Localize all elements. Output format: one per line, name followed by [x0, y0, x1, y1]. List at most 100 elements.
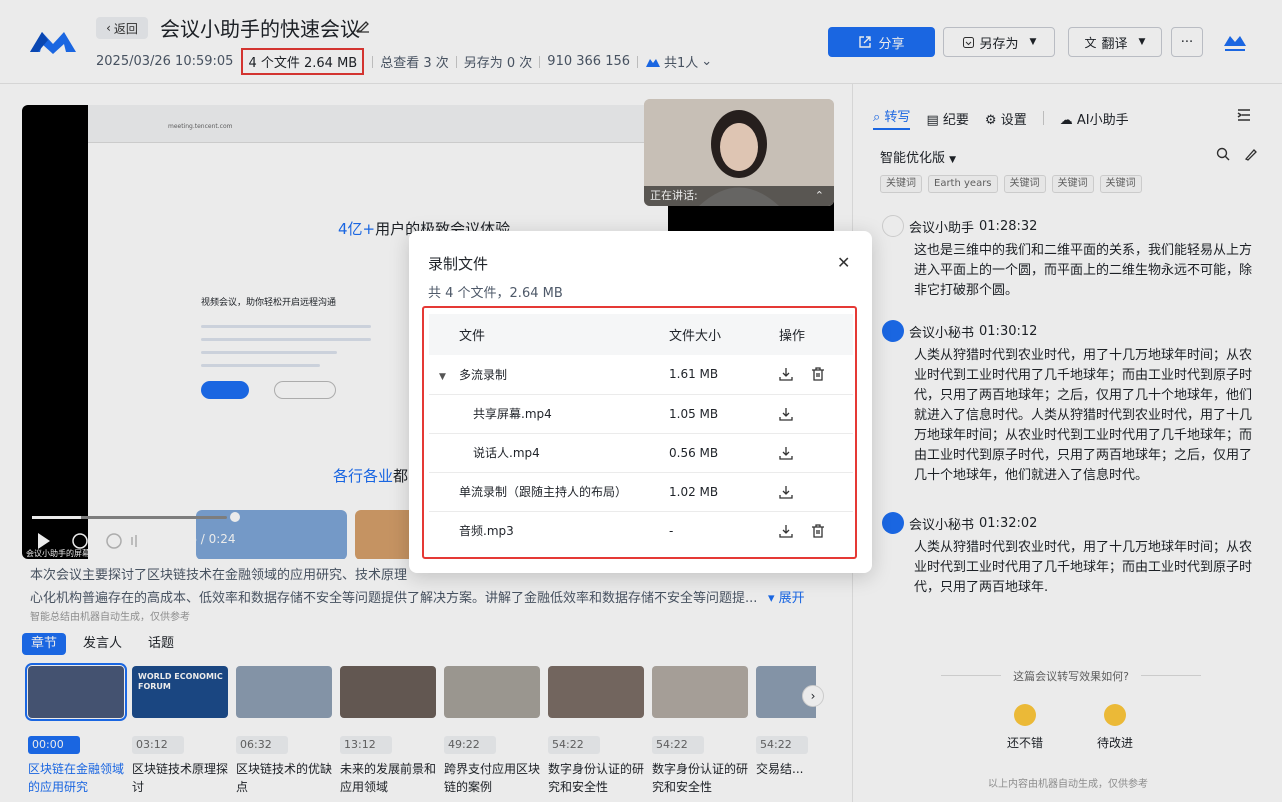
chapter-thumbnail [236, 666, 332, 718]
feedback-question: 这篇会议转写效果如何? [941, 668, 1201, 684]
screen-button [201, 381, 249, 399]
expand-caret-icon[interactable]: ▼ [439, 372, 459, 382]
collapse-panel-icon[interactable] [1236, 107, 1252, 123]
caret-down-icon: ▼ [949, 155, 957, 165]
tab-transcript[interactable]: ⌕ 转写 [873, 106, 911, 130]
progress-knob[interactable] [230, 512, 240, 522]
transcript-icon: ⌕ [873, 110, 881, 125]
transcript-tools [1216, 147, 1258, 161]
table-row: 共享屏幕.mp4 1.05 MB [429, 394, 853, 434]
laugh-face-icon [1014, 704, 1036, 726]
chapter-item[interactable]: 13:12 未来的发展前景和应用领域 [340, 666, 436, 796]
progress-bar[interactable] [32, 512, 240, 522]
chapter-item[interactable]: WORLD ECONOMIC FORUM 03:12 区块链技术原理探讨 [132, 666, 228, 796]
tab-speakers[interactable]: 发言人 [74, 633, 131, 655]
header: ‹ 返回 会议小助手的快速会议 2025/03/26 10:59:05 4 个文件… [0, 0, 1282, 84]
share-icon [859, 36, 872, 48]
playback-time: 0:06 / 0:24 [170, 532, 236, 546]
share-button[interactable]: 分享 [828, 27, 935, 57]
progress-fill [32, 516, 81, 519]
speaker-video[interactable]: 正在讲话: ⌃ [644, 99, 834, 206]
chevron-left-icon: ‹ [106, 21, 111, 35]
divider [637, 55, 639, 68]
table-row: ▼ 多流录制 1.61 MB [429, 355, 853, 395]
translate-button[interactable]: ⽂ 翻译 ▼ [1068, 27, 1162, 57]
keyword-chip[interactable]: 关键词 [1051, 175, 1094, 193]
chapter-item[interactable]: 54:22 数字身份认证的研究和安全性 [652, 666, 748, 796]
ai-icon: ☁ [1059, 112, 1073, 128]
brand-logo-icon [1224, 36, 1246, 51]
dialog-subtitle: 共 4 个文件，2.64 MB [428, 286, 563, 301]
col-file: 文件 [429, 314, 669, 355]
chapter-item[interactable]: 54:22 数字身份认证的研究和安全性 [548, 666, 644, 796]
transcript-message: 会议小秘书 01:30:12 人类从狩猎时代到农业时代，用了十几万地球年时间；从农… [880, 320, 1255, 486]
chapter-thumbnail [25, 663, 127, 721]
transcript-panel: ⌕ 转写 ▤ 纪要 ⚙ 设置 ☁ AI小助手 智能优化版 ▼ 关键词 Earth… [852, 84, 1282, 802]
chapter-thumbnail: WORLD ECONOMIC FORUM [132, 666, 228, 718]
delete-icon[interactable] [811, 524, 825, 538]
download-icon[interactable] [779, 524, 793, 538]
chapter-list: 00:00 区块链在金融领域的应用研究 WORLD ECONOMIC FORUM 0… [25, 663, 818, 802]
divider [455, 55, 457, 68]
feedback-bad-button[interactable]: 待改进 [1085, 704, 1145, 751]
chevron-down-icon: ⌄ [701, 54, 713, 69]
chapter-item[interactable]: 54:22 交易结... [756, 666, 816, 778]
tab-chapters[interactable]: 章节 [22, 633, 67, 655]
keyword-chip[interactable]: 关键词 [880, 175, 922, 193]
save-as-button[interactable]: 另存为 ▼ [943, 27, 1055, 57]
keyword-chip[interactable]: 关键词 [1099, 175, 1142, 193]
tab-settings[interactable]: ⚙ 设置 [985, 109, 1027, 128]
sad-face-icon [1104, 704, 1126, 726]
download-icon[interactable] [779, 407, 793, 421]
more-button[interactable]: ··· [1171, 27, 1203, 57]
meeting-meta: 2025/03/26 10:59:05 4 个文件 2.64 MB 总查看 3 … [96, 48, 712, 75]
meeting-id: 910 366 156 [547, 54, 631, 69]
document-icon: ▤ [926, 112, 939, 128]
expand-button[interactable]: ▾ 展开 [768, 587, 805, 606]
close-icon[interactable]: ✕ [837, 253, 850, 272]
keyword-chip[interactable]: Earth years [928, 175, 998, 193]
chapter-thumbnail [548, 666, 644, 718]
back-button[interactable]: ‹ 返回 [96, 17, 148, 39]
ai-hint: 智能总结由机器自动生成，仅供参考 [30, 612, 190, 623]
transcript-message: 会议小秘书 01:32:02 人类从狩猎时代到农业时代，用了十几万地球年时间；从农… [880, 512, 1255, 598]
files-table-highlight: 文件 文件大小 操作 ▼ 多流录制 1.61 MB 共享屏幕.mp4 1.05 M… [422, 306, 857, 559]
tab-topics[interactable]: 话题 [139, 633, 183, 655]
delete-icon[interactable] [811, 367, 825, 381]
files-table: 文件 文件大小 操作 ▼ 多流录制 1.61 MB 共享屏幕.mp4 1.05 M… [429, 314, 853, 550]
translate-icon: ⽂ [1084, 35, 1097, 50]
dialog-title: 录制文件 [428, 255, 489, 273]
site-nav [88, 157, 668, 171]
view-count: 总查看 3 次 [380, 56, 449, 71]
caret-down-icon: ▼ [1138, 37, 1146, 47]
files-summary-link[interactable]: 4 个文件 2.64 MB [241, 48, 365, 75]
chevron-right-icon[interactable]: › [802, 685, 824, 707]
version-dropdown[interactable]: 智能优化版 ▼ [880, 147, 956, 166]
speaking-indicator: 正在讲话: ⌃ [644, 186, 834, 206]
feedback-good-button[interactable]: 还不错 [995, 704, 1055, 751]
edit-icon[interactable] [1244, 147, 1258, 161]
meeting-datetime: 2025/03/26 10:59:05 [96, 54, 234, 69]
participants-dropdown[interactable]: 共1人 ⌄ [645, 52, 712, 71]
chapter-item[interactable]: 00:00 区块链在金融领域的应用研究 [25, 663, 127, 796]
screen-share-label: 会议小助手的屏幕共享 [26, 549, 106, 558]
keyword-chip[interactable]: 关键词 [1003, 175, 1046, 193]
avatar [882, 320, 904, 342]
settings-icon: ⚙ [984, 112, 997, 128]
recording-files-dialog: 录制文件 ✕ 共 4 个文件，2.64 MB 文件 文件大小 操作 ▼ 多流录制 … [409, 231, 872, 573]
download-icon[interactable] [779, 367, 793, 381]
tab-ai-assistant[interactable]: ☁ AI小助手 [1060, 109, 1129, 128]
chapter-item[interactable]: 49:22 跨界支付应用区块链的案例 [444, 666, 540, 796]
search-icon[interactable] [1216, 147, 1230, 161]
meeting-icon [646, 58, 661, 67]
keyword-list: 关键词 Earth years 关键词 关键词 关键词 [880, 175, 1142, 193]
download-icon[interactable] [779, 485, 793, 499]
chapter-item[interactable]: 06:32 区块链技术的优缺点 [236, 666, 332, 796]
chapter-thumbnail [652, 666, 748, 718]
chevron-up-icon[interactable]: ⌃ [815, 186, 824, 206]
download-icon[interactable] [779, 446, 793, 460]
page-title: 会议小助手的快速会议 [160, 17, 360, 41]
tab-minutes[interactable]: ▤ 纪要 [926, 109, 968, 128]
edit-title-icon[interactable] [355, 18, 371, 34]
table-row: 说话人.mp4 0.56 MB [429, 433, 853, 473]
